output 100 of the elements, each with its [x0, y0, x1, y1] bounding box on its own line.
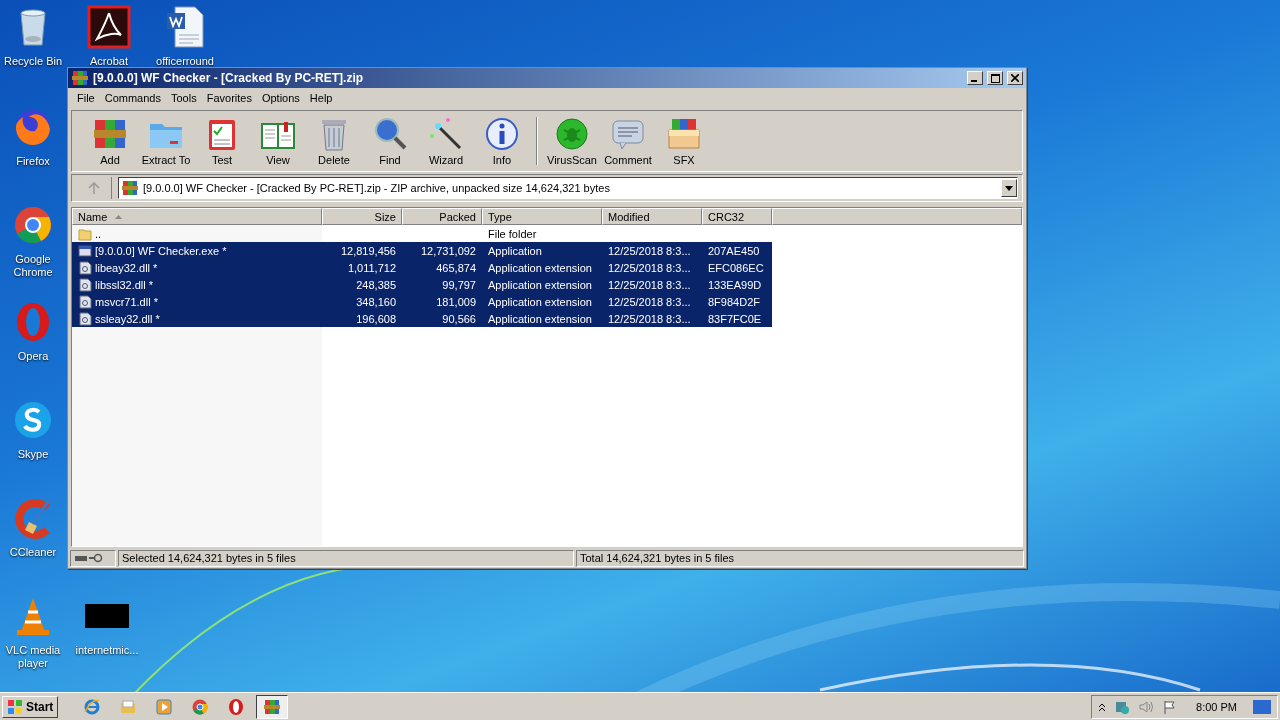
- bug-icon: [554, 116, 590, 152]
- magic-wand-icon: [428, 116, 464, 152]
- column-header[interactable]: Modified: [602, 208, 702, 225]
- maximize-button[interactable]: [987, 71, 1003, 85]
- toolbar-button[interactable]: SFX: [656, 116, 712, 166]
- close-button[interactable]: [1007, 71, 1023, 85]
- toolbar-button[interactable]: Test: [194, 116, 250, 166]
- file-row[interactable]: msvcr71.dll * 348,160 181,009 Application extension 12/25/2018 8:3... 8F984D2F: [72, 293, 1022, 310]
- minimize-button[interactable]: [967, 71, 983, 85]
- toolbar-button[interactable]: View: [250, 116, 306, 166]
- windows-logo-icon: [7, 698, 23, 715]
- books-icon: [263, 697, 282, 716]
- menu-item[interactable]: Favorites: [201, 92, 257, 104]
- menu-item[interactable]: Options: [256, 92, 305, 104]
- file-row[interactable]: [9.0.0.0] WF Checker.exe * 12,819,456 12,731,092 Application 12/25/2018 8:3... 207AE450: [72, 242, 1022, 259]
- table-cell: 83F7FC0E: [708, 312, 762, 325]
- table-cell: 99,797: [442, 278, 476, 291]
- table-cell: Application extension: [488, 312, 592, 325]
- file-row[interactable]: libeay32.dll * 1,011,712 465,874 Application extension 12/25/2018 8:3... EFC086EC: [72, 259, 1022, 276]
- table-cell: 12/25/2018 8:3...: [608, 278, 691, 291]
- desktop-icon-label[interactable]: officerround: [156, 55, 214, 68]
- desktop-icon-label[interactable]: Firefox: [16, 155, 50, 168]
- toolbar-button[interactable]: Wizard: [418, 116, 474, 166]
- menu-item[interactable]: File: [72, 92, 100, 104]
- file-name: [9.0.0.0] WF Checker.exe *: [95, 244, 227, 257]
- status-text: Total 14,624,321 bytes in 5 files: [576, 549, 1024, 567]
- menu-item[interactable]: Commands: [99, 92, 166, 104]
- books-icon: [71, 69, 89, 87]
- toolbar-button[interactable]: Find: [362, 116, 418, 166]
- caret-icon: [1005, 185, 1013, 191]
- desktop-icon-label[interactable]: Acrobat: [90, 55, 128, 68]
- table-cell: 181,009: [436, 295, 476, 308]
- start-button[interactable]: Start: [2, 695, 59, 718]
- table-cell: 12/25/2018 8:3...: [608, 261, 691, 274]
- maximize-icon: [990, 73, 1000, 83]
- file-name: msvcr71.dll *: [95, 295, 158, 308]
- settings-file-icon: [78, 260, 92, 275]
- file-name: libssl32.dll *: [95, 278, 154, 291]
- speaker-icon[interactable]: [1138, 698, 1155, 715]
- settings-file-icon: [78, 294, 92, 309]
- file-row[interactable]: ssleay32.dll * 196,608 90,566 Application extension 12/25/2018 8:3... 83F7FC0E: [72, 310, 1022, 327]
- file-name: ssleay32.dll *: [95, 312, 160, 325]
- column-header[interactable]: Type: [482, 208, 602, 225]
- toolbar-button[interactable]: VirusScan: [544, 116, 600, 166]
- table-cell: 207AE450: [708, 244, 760, 257]
- table-cell: 348,160: [356, 295, 396, 308]
- show-desktop-icon[interactable]: [1253, 699, 1271, 714]
- drive-and-key-icon: [74, 553, 104, 563]
- status-text: Selected 14,624,321 bytes in 5 files: [118, 549, 574, 567]
- desktop-icon-label[interactable]: CCleaner: [9, 546, 57, 559]
- magnifier-icon: [372, 116, 408, 152]
- file-row[interactable]: libssl32.dll * 248,385 99,797 Application extension 12/25/2018 8:3... 133EA99D: [72, 276, 1022, 293]
- table-cell: 90,566: [442, 312, 476, 325]
- toolbar-button[interactable]: Info: [474, 116, 530, 166]
- toolbar-button[interactable]: Add: [82, 116, 138, 166]
- folder-icon: [119, 697, 138, 716]
- desktop-icon-label[interactable]: Google Chrome: [0, 253, 66, 279]
- taskbar-app[interactable]: [256, 694, 289, 719]
- books-icon: [121, 179, 139, 197]
- table-cell: Application extension: [488, 295, 592, 308]
- clock[interactable]: 8:00 PM: [1196, 700, 1237, 713]
- settings-file-icon: [78, 277, 92, 292]
- table-cell: File folder: [488, 227, 537, 240]
- dropdown-button[interactable]: [1001, 179, 1017, 197]
- column-header[interactable]: Packed: [402, 208, 482, 225]
- table-cell: 12/25/2018 8:3...: [608, 312, 691, 325]
- table-cell: 1,011,712: [347, 261, 396, 274]
- internet-explorer-icon: [83, 697, 102, 716]
- toolbar-button[interactable]: Extract To: [138, 116, 194, 166]
- file-row[interactable]: .. File folder: [72, 225, 1022, 242]
- play-icon: [155, 697, 174, 716]
- column-header[interactable]: CRC32: [702, 208, 772, 225]
- file-name: ..: [95, 227, 102, 240]
- table-cell: 12,731,092: [420, 244, 476, 257]
- toolbar-button[interactable]: Comment: [600, 116, 656, 166]
- address-field[interactable]: [9.0.0.0] WF Checker - [Cracked By PC-RET].zip - ZIP archive, unpacked size 14,624,321 bytes: [118, 177, 1018, 199]
- table-cell: 12,819,456: [340, 244, 396, 257]
- opera-icon: [227, 697, 246, 716]
- table-cell: Application: [488, 244, 542, 257]
- desktop-icon-label[interactable]: Recycle Bin: [3, 55, 63, 68]
- toolbar-button[interactable]: Delete: [306, 116, 362, 166]
- table-cell: 8F984D2F: [708, 295, 760, 308]
- column-header[interactable]: Size: [322, 208, 402, 225]
- table-cell: EFC086EC: [708, 261, 764, 274]
- desktop-icon-label[interactable]: Skype: [17, 448, 49, 461]
- table-cell: 12/25/2018 8:3...: [608, 295, 691, 308]
- table-cell: 465,874: [436, 261, 476, 274]
- settings-file-icon: [78, 311, 92, 326]
- table-cell: 12/25/2018 8:3...: [608, 244, 691, 257]
- pdf-app-icon: [87, 5, 131, 49]
- table-cell: 133EA99D: [708, 278, 762, 291]
- box-of-books-icon: [666, 116, 702, 152]
- file-name: libeay32.dll *: [95, 261, 158, 274]
- menu-item[interactable]: Help: [304, 92, 338, 104]
- column-header[interactable]: Name: [72, 208, 322, 225]
- folder-icon: [78, 226, 92, 241]
- menu-item[interactable]: Tools: [166, 92, 202, 104]
- program-icon: [78, 243, 92, 258]
- chevron-up-icon[interactable]: [1098, 701, 1107, 712]
- desktop-icon-label[interactable]: Opera: [17, 350, 49, 363]
